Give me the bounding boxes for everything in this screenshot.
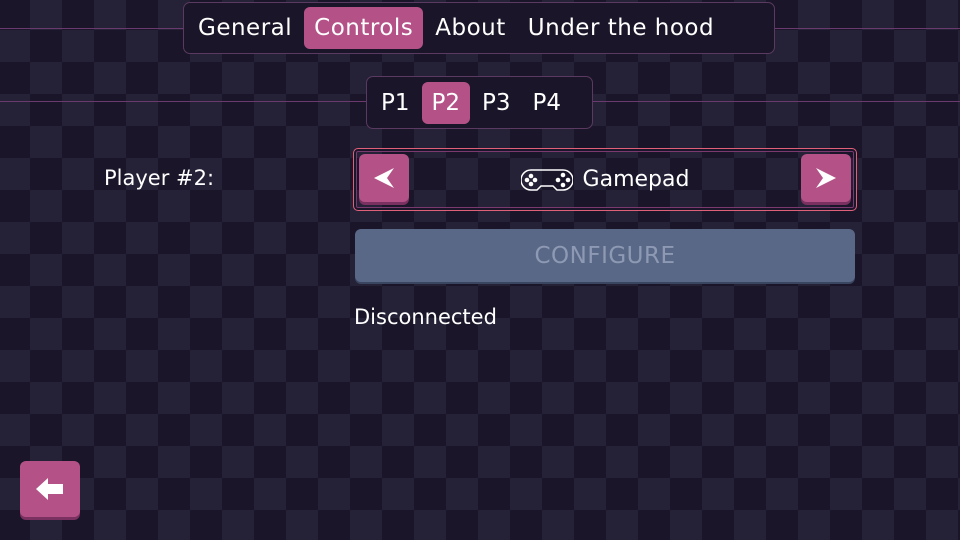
gamepad-icon [520,168,573,191]
tab-under-the-hood[interactable]: Under the hood [518,7,724,49]
player-tabs: P1 P2 P3 P4 [366,76,593,129]
tab-general[interactable]: General [188,7,302,49]
player-label: Player #2: [104,166,215,190]
configure-button[interactable]: CONFIGURE [355,229,855,282]
device-selector[interactable]: Gamepad [353,148,857,211]
tab-about[interactable]: About [425,7,516,49]
device-name: Gamepad [582,167,690,192]
tab-p4[interactable]: P4 [523,82,572,124]
back-button[interactable] [20,461,80,517]
next-device-button[interactable] [801,154,851,202]
arrow-left-icon [374,168,394,188]
tab-p1[interactable]: P1 [371,82,420,124]
tab-p3[interactable]: P3 [472,82,521,124]
back-arrow-icon [36,478,63,500]
tab-p2[interactable]: P2 [421,81,471,124]
prev-device-button[interactable] [359,154,409,202]
arrow-right-icon [816,168,836,188]
tab-controls[interactable]: Controls [304,7,424,49]
main-tabs: General Controls About Under the hood [183,2,775,54]
device-value: Gamepad [354,149,856,210]
connection-status: Disconnected [354,305,497,329]
